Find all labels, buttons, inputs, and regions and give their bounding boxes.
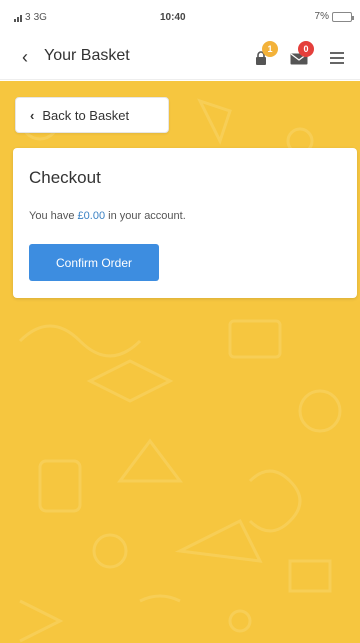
battery-icon <box>332 11 354 22</box>
network-label: 3G <box>33 12 47 23</box>
checkout-title: Checkout <box>29 168 101 187</box>
chevron-left-icon: ‹ <box>30 107 35 123</box>
status-right: 7% <box>314 11 354 22</box>
lock-badge: 1 <box>262 41 278 57</box>
battery-percent: 7% <box>314 11 329 22</box>
status-bar: 3 3G 10:40 7% <box>0 0 360 34</box>
balance-amount: £0.00 <box>77 210 106 222</box>
page-title: Your Basket <box>44 47 130 64</box>
status-time: 10:40 <box>160 12 186 23</box>
confirm-order-button[interactable]: Confirm Order <box>29 244 159 281</box>
balance-prefix: You have <box>29 210 78 222</box>
account-balance-text: You have £0.00 in your account. <box>29 210 186 222</box>
app-header: ‹ Your Basket 1 0 <box>0 34 360 80</box>
mail-badge: 0 <box>298 41 314 57</box>
hamburger-menu-icon[interactable] <box>330 52 344 64</box>
carrier-label: 3 <box>25 12 31 23</box>
back-to-basket-label: Back to Basket <box>42 107 130 123</box>
back-chevron-icon[interactable]: ‹ <box>14 46 36 68</box>
balance-suffix: in your account. <box>105 210 186 222</box>
checkout-card: Checkout You have £0.00 in your account.… <box>13 148 357 298</box>
status-left: 3 3G <box>14 12 47 23</box>
signal-icon <box>14 14 22 22</box>
back-to-basket-button[interactable]: ‹ Back to Basket <box>15 97 169 133</box>
